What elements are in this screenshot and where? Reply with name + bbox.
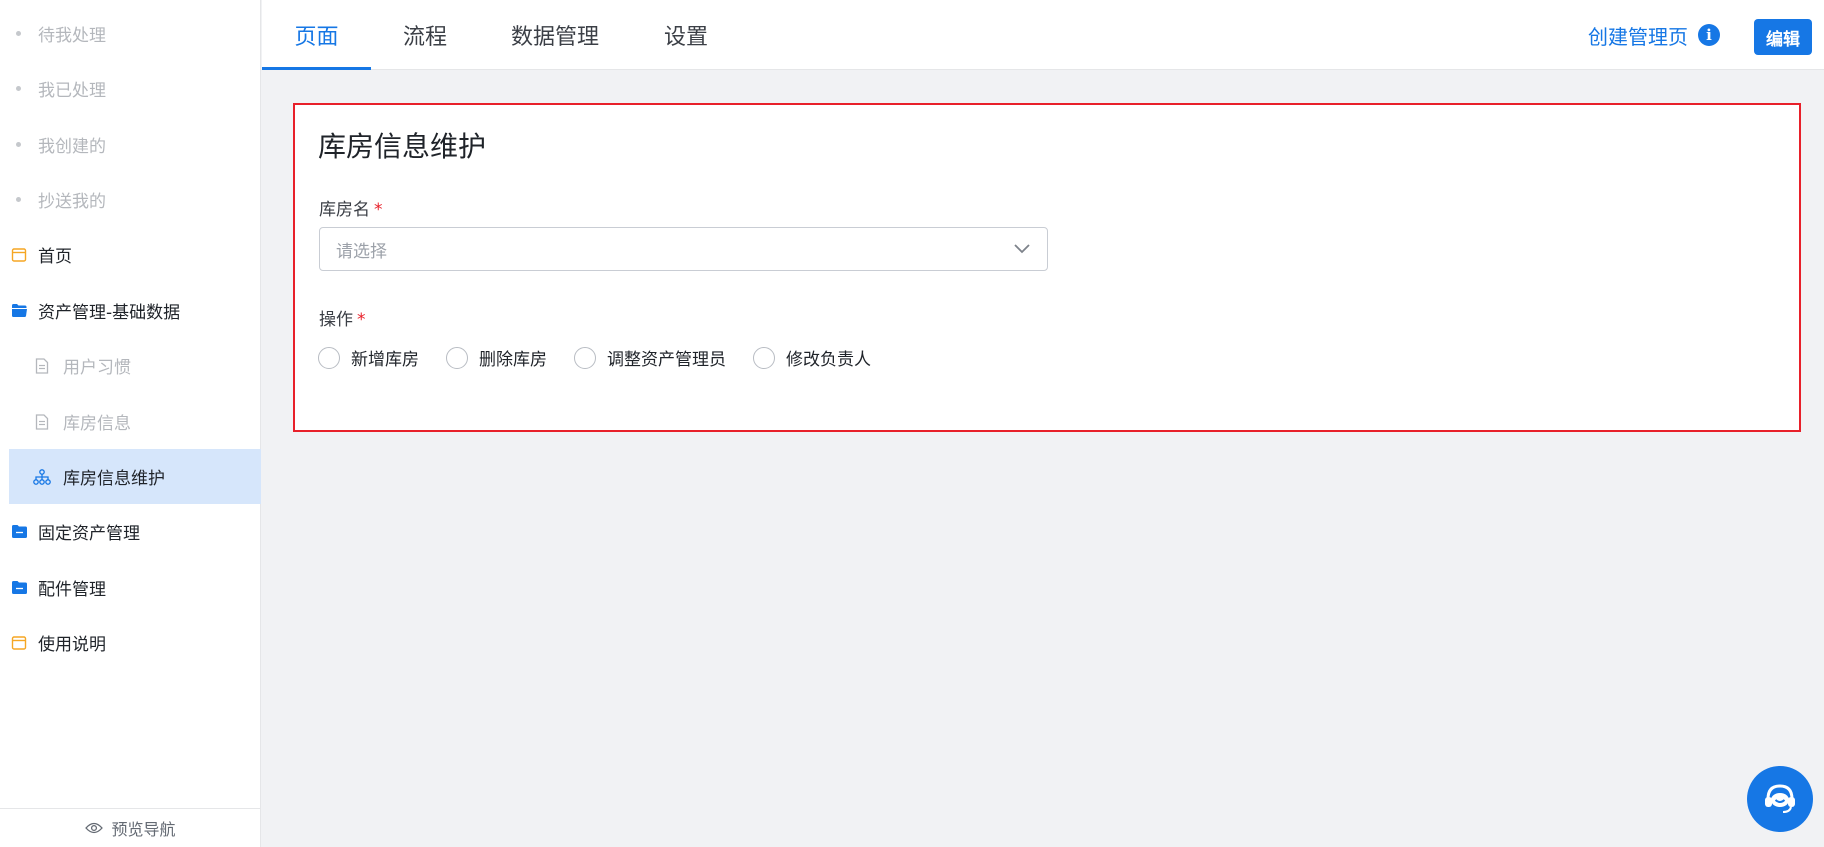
bullet-icon [16,31,21,36]
warehouse-field-label: 库房名 * [319,195,383,220]
sidebar-item-label: 使用说明 [38,635,106,655]
folder-icon [10,579,28,597]
radio-label: 修改负责人 [786,350,871,370]
tab-label: 页面 [294,25,339,50]
sidebar-item-cc[interactable]: 抄送我的 [0,172,261,227]
radio-circle[interactable] [574,346,596,369]
create-management-page-link[interactable]: 创建管理页 i [1588,0,1720,70]
radio-circle[interactable] [753,346,775,369]
sidebar-item-processed[interactable]: 我已处理 [0,61,261,116]
operation-field-label: 操作 * [319,305,366,330]
sidebar-item-parts[interactable]: 配件管理 [0,560,261,615]
radio-add-warehouse[interactable]: 新增库房 [318,345,419,370]
sidebar-item-home[interactable]: 首页 [0,227,261,282]
sidebar-item-label: 固定资产管理 [38,524,140,544]
create-management-page-label: 创建管理页 [1588,24,1688,49]
sidebar-item-label: 配件管理 [38,580,106,600]
sidebar-item-warehouse-maintenance[interactable]: 库房信息维护 [9,449,261,504]
sidebar-item-label: 库房信息维护 [63,469,165,489]
document-icon [33,357,51,375]
warehouse-select-placeholder: 请选择 [336,241,387,262]
sidebar-item-user-habits[interactable]: 用户习惯 [0,338,261,393]
edit-button[interactable]: 编辑 [1754,19,1812,55]
sidebar: 待我处理 我已处理 我创建的 抄送我的 首页 资产管理-基础数据 用户习惯 库房… [0,0,261,847]
sidebar-item-label: 抄送我的 [38,192,106,212]
operation-radio-group: 新增库房 删除库房 调整资产管理员 修改负责人 [318,345,898,370]
active-tab-indicator [262,67,371,70]
radio-change-owner[interactable]: 修改负责人 [753,345,871,370]
radio-adjust-asset-admin[interactable]: 调整资产管理员 [574,345,726,370]
radio-label: 新增库房 [351,350,419,370]
workflow-icon [33,468,51,486]
folder-open-icon [10,302,28,320]
tab-process[interactable]: 流程 [403,0,447,70]
warehouse-label-text: 库房名 [319,200,370,220]
preview-navigation-label: 预览导航 [111,820,176,839]
eye-icon [85,822,104,834]
form-title: 库房信息维护 [318,130,487,163]
required-mark: * [374,200,383,220]
tab-pages[interactable]: 页面 [262,0,371,70]
sidebar-item-label: 库房信息 [63,414,131,434]
sidebar-item-label: 待我处理 [38,26,106,46]
preview-navigation-button[interactable]: 预览导航 [0,808,261,847]
sidebar-item-fixed-assets[interactable]: 固定资产管理 [0,504,261,559]
page-icon [10,246,28,264]
sidebar-item-label: 我已处理 [38,81,106,101]
headset-icon [1760,777,1800,821]
tab-data-management[interactable]: 数据管理 [511,0,599,70]
sidebar-item-created[interactable]: 我创建的 [0,117,261,172]
sidebar-item-label: 我创建的 [38,137,106,157]
top-header: 页面 流程 数据管理 设置 创建管理页 i 编辑 [262,0,1824,70]
bullet-icon [16,86,21,91]
radio-label: 删除库房 [479,350,547,370]
form-card: 库房信息维护 库房名 * 请选择 操作 * 新增库房 删除库房 调整资产管理员 修改… [293,103,1801,432]
chevron-down-icon [1013,239,1031,259]
radio-delete-warehouse[interactable]: 删除库房 [446,345,547,370]
warehouse-select[interactable]: 请选择 [319,227,1048,271]
tab-label: 数据管理 [511,25,600,50]
sidebar-item-instructions[interactable]: 使用说明 [0,615,261,670]
document-icon [33,413,51,431]
folder-icon [10,523,28,541]
operation-label-text: 操作 [319,310,353,330]
page-icon [10,634,28,652]
sidebar-item-label: 资产管理-基础数据 [38,303,181,323]
sidebar-item-label: 用户习惯 [63,358,131,378]
radio-circle[interactable] [318,346,340,369]
sidebar-item-pending[interactable]: 待我处理 [0,6,261,61]
tab-label: 设置 [664,25,709,50]
required-mark: * [357,310,366,330]
sidebar-item-warehouse-info[interactable]: 库房信息 [0,394,261,449]
customer-support-button[interactable] [1747,766,1813,832]
radio-label: 调整资产管理员 [607,350,726,370]
tab-settings[interactable]: 设置 [664,0,708,70]
sidebar-item-asset-basic-data[interactable]: 资产管理-基础数据 [0,283,261,338]
tab-label: 流程 [403,25,448,50]
radio-circle[interactable] [446,346,468,369]
sidebar-item-label: 首页 [38,247,72,267]
info-icon[interactable]: i [1698,24,1720,46]
bullet-icon [16,197,21,202]
bullet-icon [16,142,21,147]
